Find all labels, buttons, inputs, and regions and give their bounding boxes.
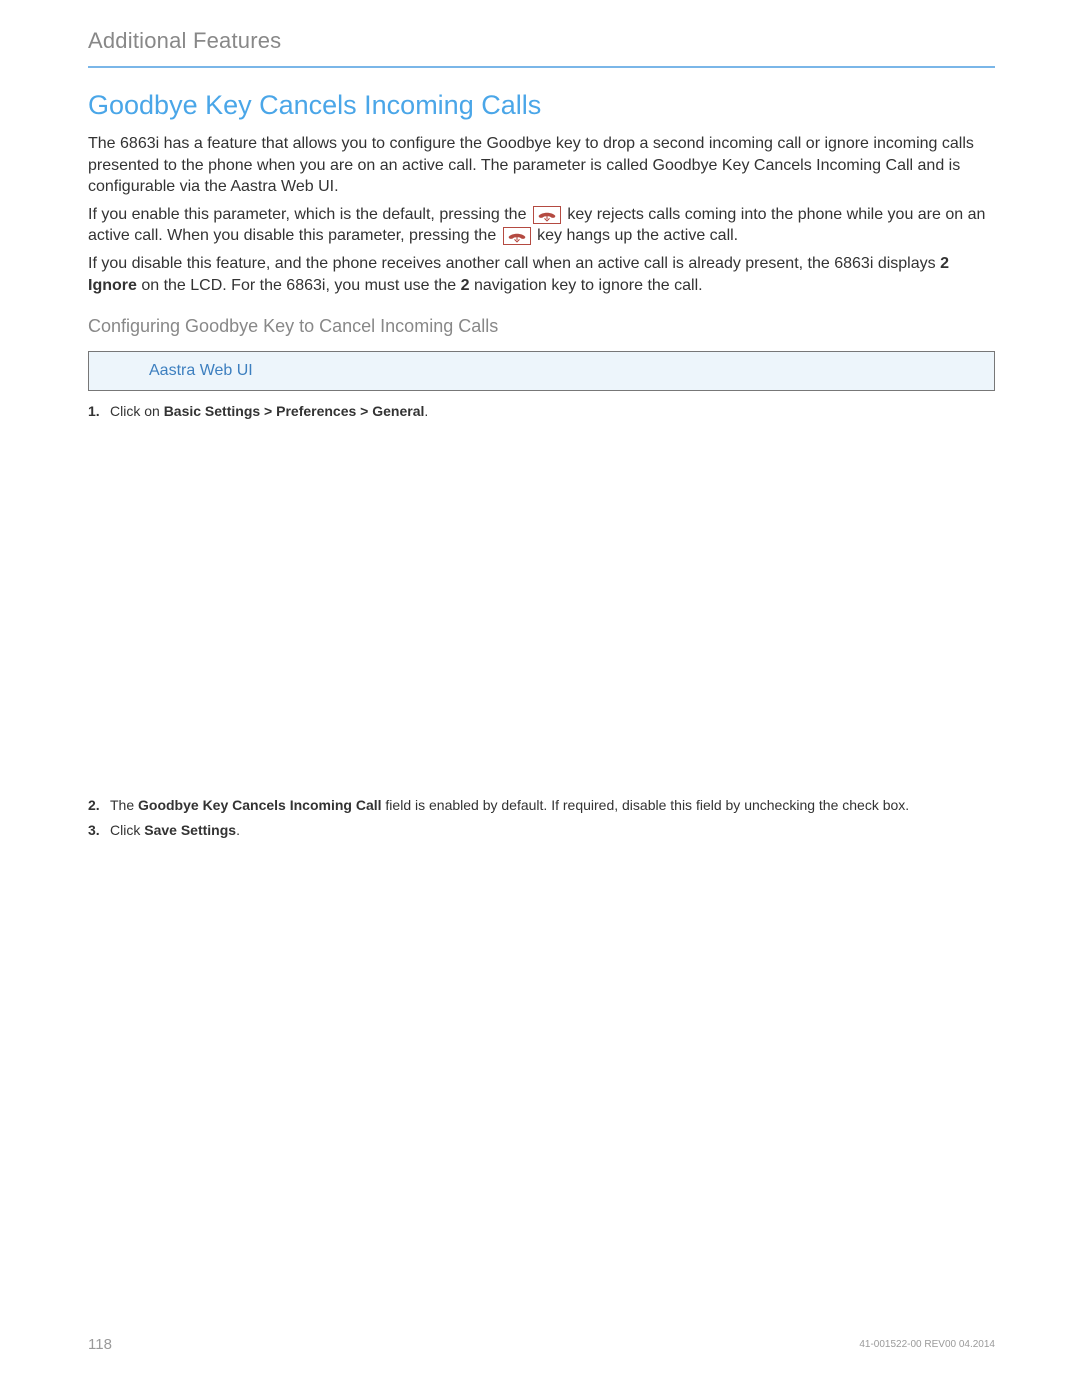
text-run: Goodbye	[486, 135, 551, 152]
text-run: field is enabled by default. If required…	[382, 797, 910, 813]
text-run: key hangs up the active call.	[537, 227, 738, 244]
text-run: navigation key to ignore the call.	[474, 277, 703, 294]
text-run: The	[110, 797, 138, 813]
text-run-bold: Basic Settings > Preferences > General	[164, 403, 425, 419]
list-item: 3. Click Save Settings.	[88, 820, 995, 840]
step-number: 1.	[88, 401, 100, 421]
paragraph: If you enable this parameter, which is t…	[88, 204, 995, 247]
list-item: 1. Click on Basic Settings > Preferences…	[88, 401, 995, 421]
steps-list: 1. Click on Basic Settings > Preferences…	[88, 401, 995, 840]
text-run-bold: Save Settings	[144, 822, 236, 838]
section-title: Goodbye Key Cancels Incoming Calls	[88, 90, 995, 121]
section-body: The 6863i has a feature that allows you …	[88, 133, 995, 296]
text-run: Click	[110, 822, 144, 838]
list-item: 2. The Goodbye Key Cancels Incoming Call…	[88, 795, 995, 815]
ui-box-label: Aastra Web UI	[149, 362, 253, 379]
text-run: The 6863i has a feature that allows you …	[88, 135, 482, 152]
step-number: 3.	[88, 820, 100, 840]
hangup-key-icon	[503, 227, 531, 245]
paragraph: If you disable this feature, and the pho…	[88, 253, 995, 296]
document-page: Additional Features Goodbye Key Cancels …	[88, 28, 995, 1397]
text-run: on the LCD. For the 6863i, you must use …	[141, 277, 460, 294]
hangup-key-icon	[533, 206, 561, 224]
text-run-bold: 2	[461, 277, 470, 294]
paragraph: The 6863i has a feature that allows you …	[88, 133, 995, 198]
text-run: If you disable this feature, and the pho…	[88, 255, 940, 272]
text-run: Click on	[110, 403, 164, 419]
page-footer: 118 41-001522-00 REV00 04.2014	[88, 1336, 995, 1353]
text-run: If you enable this parameter, which is t…	[88, 206, 531, 223]
subsection-title: Configuring Goodbye Key to Cancel Incomi…	[88, 316, 995, 337]
figure-placeholder	[88, 425, 995, 795]
step-number: 2.	[88, 795, 100, 815]
page-number: 118	[88, 1336, 112, 1353]
doc-revision: 41-001522-00 REV00 04.2014	[859, 1339, 995, 1350]
text-run: .	[236, 822, 240, 838]
page-header-title: Additional Features	[88, 28, 995, 54]
header-rule	[88, 66, 995, 68]
text-run-bold: Goodbye Key Cancels Incoming Call	[138, 797, 382, 813]
text-run: .	[424, 403, 428, 419]
ui-box-aastra: Aastra Web UI	[88, 351, 995, 391]
